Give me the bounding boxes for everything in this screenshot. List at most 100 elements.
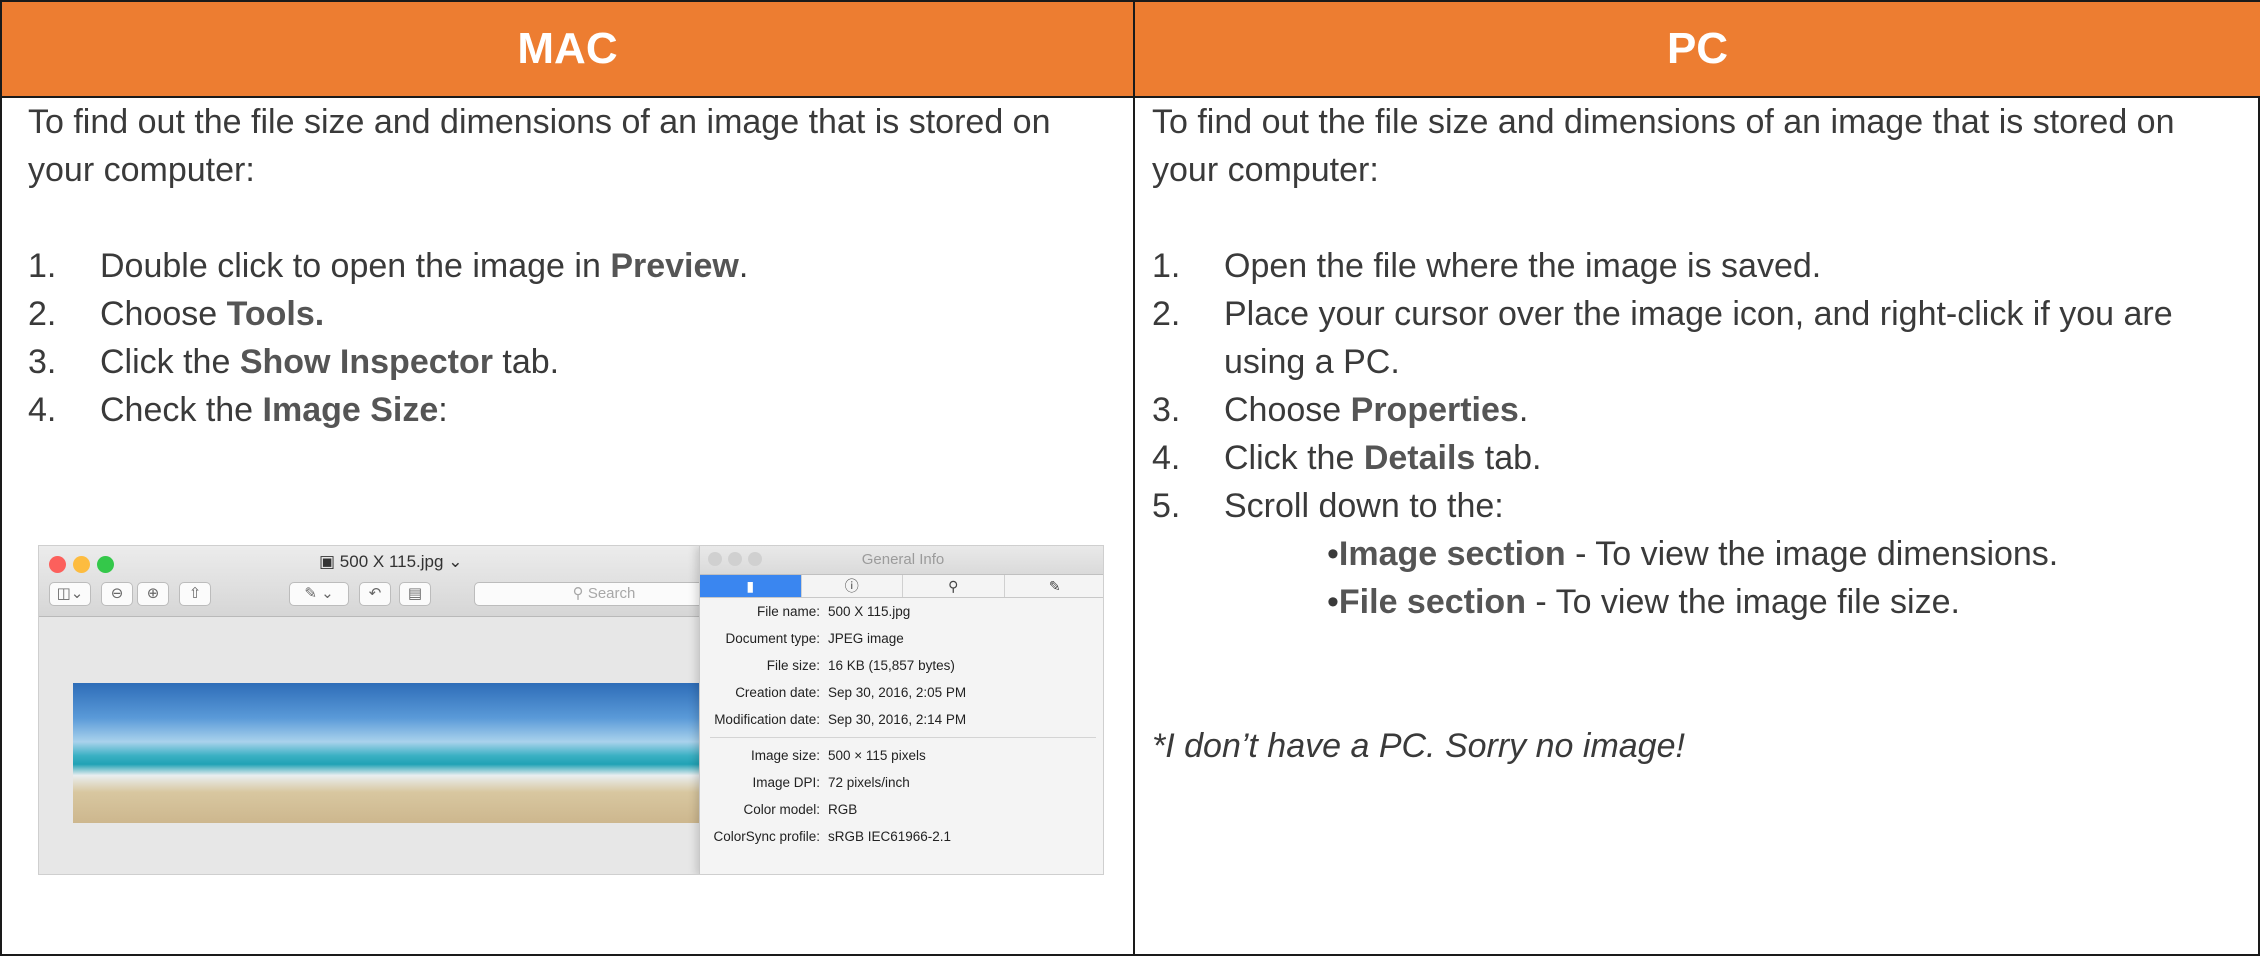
step-number: 4. <box>28 391 57 429</box>
info-separator <box>710 737 1096 738</box>
subitem-bold: File section <box>1338 583 1526 621</box>
subitem-bold: Image section <box>1338 535 1566 573</box>
mac-step-3: 3. Click the Show Inspector tab. <box>28 338 1118 386</box>
info-value: JPEG image <box>828 631 904 646</box>
step-bold: Properties <box>1350 391 1519 429</box>
step-text: . <box>738 247 749 285</box>
mac-intro: To find out the file size and dimensions… <box>28 103 1051 189</box>
pc-step-2: 2. Place your cursor over the image icon,… <box>1152 290 2242 386</box>
pencil-icon: ✎ <box>1005 575 1104 597</box>
info-row: Creation date: Sep 30, 2016, 2:05 PM <box>700 679 1103 706</box>
info-value: Sep 30, 2016, 2:14 PM <box>828 712 967 727</box>
rotate-icon: ↶ <box>359 582 391 606</box>
mac-step-1: 1. Double click to open the image in Prev… <box>28 242 1118 290</box>
mac-steps: 1. Double click to open the image in Prev… <box>28 242 1118 434</box>
info-icon: ⓘ <box>802 575 903 597</box>
subitem-text: - To view the image dimensions. <box>1565 535 2059 573</box>
inspector-title: General Info <box>861 551 945 568</box>
column-divider <box>1133 96 1135 956</box>
toolbox-icon: ▤ <box>399 582 431 606</box>
window-title-text: 500 X 115.jpg <box>339 552 444 571</box>
info-value: 16 KB (15,857 bytes) <box>828 658 955 673</box>
mac-step-2: 2. Choose Tools. <box>28 290 1118 338</box>
step-text: . <box>1518 391 1529 429</box>
info-row: Image DPI: 72 pixels/inch <box>700 769 1103 796</box>
magnifier-icon: ⚲ <box>903 575 1005 597</box>
step-text: Double click to open the image in <box>100 247 611 285</box>
pc-step-5: 5. Scroll down to the: <box>1152 482 2242 530</box>
bullet: • <box>1327 535 1339 573</box>
info-key: File size: <box>766 658 820 673</box>
zoom-out-icon: ⊖ <box>101 582 133 606</box>
markup-icon: ✎ ⌄ <box>289 582 349 606</box>
step-number: 1. <box>28 247 57 285</box>
close-dot-icon <box>49 556 66 573</box>
mac-header: MAC <box>2 2 1135 98</box>
step-text: Click the <box>1224 439 1364 477</box>
step-number: 1. <box>1152 247 1181 285</box>
step-number: 5. <box>1152 487 1181 525</box>
step-number: 2. <box>1152 295 1181 333</box>
mac-column: To find out the file size and dimensions… <box>28 96 1118 434</box>
mac-step-4: 4. Check the Image Size: <box>28 386 1118 434</box>
step-bold: Tools. <box>226 295 325 333</box>
mac-header-label: MAC <box>517 24 618 73</box>
inspector-panel: General Info ▮ ⓘ ⚲ ✎ File name: 500 X 115… <box>699 546 1104 874</box>
inspector-tabs: ▮ ⓘ ⚲ ✎ <box>700 575 1104 598</box>
step-text: Place your cursor over the image icon, a… <box>1224 295 2173 381</box>
pc-subitem-image: •Image section - To view the image dimen… <box>1152 530 2242 578</box>
share-icon: ⇧ <box>179 582 211 606</box>
pc-step-4: 4. Click the Details tab. <box>1152 434 2242 482</box>
pc-intro: To find out the file size and dimensions… <box>1152 103 2175 189</box>
pc-column: To find out the file size and dimensions… <box>1152 96 2242 770</box>
info-key: Document type: <box>725 631 820 646</box>
minimize-dot-icon <box>73 556 90 573</box>
step-bold: Show Inspector <box>239 343 493 381</box>
info-key: Image DPI: <box>752 775 820 790</box>
zoom-in-icon: ⊕ <box>137 582 169 606</box>
window-title: ▣ 500 X 115.jpg ⌄ <box>319 552 463 571</box>
step-text: tab. <box>492 343 560 381</box>
step-text: : <box>438 391 448 429</box>
step-bold: Details <box>1363 439 1476 477</box>
step-text: Check the <box>100 391 263 429</box>
beach-image <box>73 683 753 823</box>
step-text: Choose <box>1224 391 1351 429</box>
step-number: 4. <box>1152 439 1181 477</box>
step-number: 3. <box>1152 391 1181 429</box>
bullet: • <box>1327 583 1339 621</box>
info-value: sRGB IEC61966-2.1 <box>828 829 952 844</box>
info-key: ColorSync profile: <box>713 829 820 844</box>
search-placeholder: Search <box>587 585 636 602</box>
info-row: Modification date: Sep 30, 2016, 2:14 PM <box>700 706 1103 733</box>
info-group-image: Image size: 500 × 115 pixels Image DPI: 72 … <box>700 742 1103 850</box>
step-text: Click the <box>100 343 240 381</box>
pc-header: PC <box>1135 2 2260 98</box>
info-key: File name: <box>756 604 820 619</box>
step-bold: Preview <box>610 247 739 285</box>
pc-step-3: 3. Choose Properties. <box>1152 386 2242 434</box>
info-key: Modification date: <box>714 712 820 727</box>
info-group-general: File name: 500 X 115.jpg Document type: JPE… <box>700 598 1103 733</box>
info-row: Image size: 500 × 115 pixels <box>700 742 1103 769</box>
step-bold: Image Size <box>262 391 439 429</box>
pc-step-1: 1. Open the file where the image is saved… <box>1152 242 2242 290</box>
step-text: tab. <box>1475 439 1542 477</box>
preview-screenshot: ▣ 500 X 115.jpg ⌄ ◫⌄ ⊖ ⊕ ⇧ ✎ ⌄ ↶ ▤ ⚲ Sea… <box>38 545 1104 875</box>
subitem-text: - To view the image file size. <box>1525 583 1960 621</box>
pc-header-label: PC <box>1666 24 1729 73</box>
info-value: 500 × 115 pixels <box>828 748 926 763</box>
info-value: 72 pixels/inch <box>828 775 910 790</box>
sidebar-toggle-icon: ◫⌄ <box>49 582 91 606</box>
info-row: Document type: JPEG image <box>700 625 1103 652</box>
pc-subitem-file: •File section - To view the image file s… <box>1152 578 2242 626</box>
inspector-titlebar: General Info <box>700 546 1103 575</box>
search-field: ⚲ Search <box>474 582 734 606</box>
zoom-dot-icon <box>97 556 114 573</box>
step-number: 2. <box>28 295 57 333</box>
info-key: Image size: <box>750 748 820 763</box>
step-text: Open the file where the image is saved. <box>1224 247 1822 285</box>
info-row: File size: 16 KB (15,857 bytes) <box>700 652 1103 679</box>
pc-note: *I don’t have a PC. Sorry no image! <box>1152 727 1685 765</box>
info-value: RGB <box>828 802 858 817</box>
